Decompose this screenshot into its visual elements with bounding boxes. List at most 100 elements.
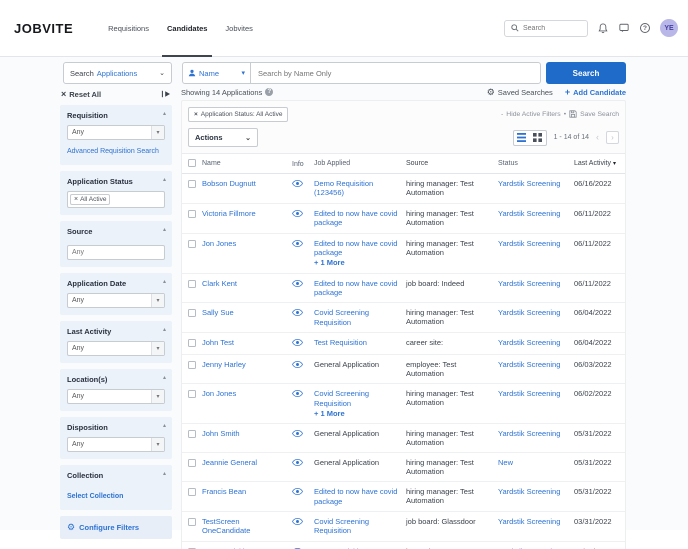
status-link[interactable]: Yardstik Screening <box>498 360 560 369</box>
next-page-button[interactable]: › <box>606 131 619 144</box>
search-scope-select[interactable]: Search Applications ⌄ <box>63 62 172 84</box>
row-checkbox[interactable] <box>188 280 196 288</box>
row-checkbox[interactable] <box>188 488 196 496</box>
row-checkbox[interactable] <box>188 390 196 398</box>
job-applied-link[interactable]: Edited to now have covid package <box>314 279 402 298</box>
job-applied-link[interactable]: Covid Screening Requisition <box>314 517 402 536</box>
info-eye-icon[interactable] <box>292 339 310 346</box>
candidate-name-link[interactable]: John Smith <box>202 429 240 438</box>
select-all-checkbox[interactable] <box>188 159 196 167</box>
user-avatar[interactable]: YE <box>660 19 678 37</box>
row-checkbox[interactable] <box>188 430 196 438</box>
job-more-link[interactable]: + 1 More <box>314 409 402 418</box>
info-eye-icon[interactable] <box>292 518 310 525</box>
notifications-bell-icon[interactable] <box>597 22 609 34</box>
candidate-name-link[interactable]: Bobson Dugnutt <box>202 179 256 188</box>
source-input[interactable] <box>67 245 165 260</box>
add-candidate-button[interactable]: + Add Candidate <box>565 87 626 97</box>
col-source[interactable]: Source <box>406 160 498 167</box>
status-link[interactable]: New <box>498 458 513 467</box>
row-checkbox[interactable] <box>188 210 196 218</box>
global-search[interactable] <box>504 20 588 37</box>
col-last-activity[interactable]: Last Activity ▾ <box>574 160 629 167</box>
info-eye-icon[interactable] <box>292 488 310 495</box>
row-checkbox[interactable] <box>188 180 196 188</box>
collapse-icon[interactable]: ▴ <box>163 110 166 117</box>
info-help-icon[interactable]: ? <box>265 88 273 96</box>
grid-view-button[interactable] <box>530 131 546 145</box>
collapse-icon[interactable]: ▴ <box>163 470 166 477</box>
search-field-select[interactable]: Name ▾ <box>183 63 251 83</box>
status-link[interactable]: Yardstik Screening <box>498 239 560 248</box>
requisition-select[interactable]: Any ▾ <box>67 125 165 140</box>
status-link[interactable]: Yardstik Screening <box>498 429 560 438</box>
disposition-select[interactable]: Any ▾ <box>67 437 165 452</box>
info-eye-icon[interactable] <box>292 430 310 437</box>
candidate-name-link[interactable]: Jon Jones <box>202 389 236 398</box>
search-button[interactable]: Search <box>546 62 626 84</box>
job-applied-link[interactable]: Edited to now have covid package <box>314 239 402 258</box>
job-applied-link[interactable]: General Application <box>314 360 402 369</box>
candidate-name-link[interactable]: Jenny Harley <box>202 360 246 369</box>
hide-active-filters-link[interactable]: Hide Active Filters <box>506 111 560 118</box>
collapse-icon[interactable]: ▴ <box>163 374 166 381</box>
candidate-name-link[interactable]: Jeannie General <box>202 458 257 467</box>
collapse-icon[interactable]: ▴ <box>163 176 166 183</box>
nav-requisitions[interactable]: Requisitions <box>99 0 158 57</box>
job-applied-link[interactable]: Test Requisition <box>314 338 402 347</box>
job-applied-link[interactable]: Demo Requisition (123456) <box>314 179 402 198</box>
collapse-icon[interactable]: ▴ <box>163 422 166 429</box>
job-applied-link[interactable]: Edited to now have covid package <box>314 487 402 506</box>
nav-candidates[interactable]: Candidates <box>158 0 216 57</box>
col-status[interactable]: Status <box>498 160 574 167</box>
col-name[interactable]: Name <box>202 160 292 167</box>
col-job-applied[interactable]: Job Applied <box>314 160 406 167</box>
job-applied-link[interactable]: Covid Screening Requisition <box>314 308 402 327</box>
status-link[interactable]: Yardstik Screening <box>498 308 560 317</box>
configure-filters-button[interactable]: ⚙ Configure Filters <box>60 516 172 539</box>
application-date-select[interactable]: Any ▾ <box>67 293 165 308</box>
row-checkbox[interactable] <box>188 459 196 467</box>
status-link[interactable]: Yardstik Screening <box>498 209 560 218</box>
collapse-icon[interactable]: ▴ <box>163 226 166 233</box>
status-link[interactable]: Yardstik Screening <box>498 179 560 188</box>
status-link[interactable]: Yardstik Screening <box>498 389 560 398</box>
job-applied-link[interactable]: Covid Screening Requisition <box>314 389 402 408</box>
candidate-name-link[interactable]: Francis Bean <box>202 487 246 496</box>
job-more-link[interactable]: + 1 More <box>314 258 402 267</box>
save-search-link[interactable]: Save Search <box>580 111 619 118</box>
advanced-requisition-search-link[interactable]: Advanced Requisition Search <box>67 148 159 155</box>
row-checkbox[interactable] <box>188 339 196 347</box>
info-eye-icon[interactable] <box>292 240 310 247</box>
actions-dropdown[interactable]: Actions ⌄ <box>188 128 258 147</box>
nav-jobvites[interactable]: Jobvites <box>216 0 262 57</box>
info-eye-icon[interactable] <box>292 390 310 397</box>
application-status-input[interactable]: × All Active <box>67 191 165 208</box>
candidate-name-link[interactable]: Sally Sue <box>202 308 234 317</box>
job-applied-link[interactable]: General Application <box>314 458 402 467</box>
info-eye-icon[interactable] <box>292 309 310 316</box>
row-checkbox[interactable] <box>188 361 196 369</box>
status-link[interactable]: Yardstik Screening <box>498 517 560 526</box>
help-icon[interactable]: ? <box>639 22 651 34</box>
candidate-name-link[interactable]: Clark Kent <box>202 279 237 288</box>
job-applied-link[interactable]: General Application <box>314 429 402 438</box>
name-search-input[interactable] <box>251 63 540 83</box>
global-search-input[interactable] <box>523 25 583 32</box>
last-activity-select[interactable]: Any ▾ <box>67 341 165 356</box>
info-eye-icon[interactable] <box>292 280 310 287</box>
candidate-name-link[interactable]: TestScreen OneCandidate <box>202 517 250 535</box>
info-eye-icon[interactable] <box>292 459 310 466</box>
row-checkbox[interactable] <box>188 240 196 248</box>
status-link[interactable]: Yardstik Screening <box>498 279 560 288</box>
info-eye-icon[interactable] <box>292 361 310 368</box>
job-applied-link[interactable]: Edited to now have covid package <box>314 209 402 228</box>
info-eye-icon[interactable] <box>292 210 310 217</box>
status-link[interactable]: Yardstik Screening <box>498 338 560 347</box>
reset-all-button[interactable]: Reset All <box>69 90 101 99</box>
locations-select[interactable]: Any ▾ <box>67 389 165 404</box>
feedback-icon[interactable] <box>618 22 630 34</box>
info-eye-icon[interactable] <box>292 180 310 187</box>
collapse-icon[interactable]: ▴ <box>163 278 166 285</box>
saved-searches-button[interactable]: ⚙ Saved Searches <box>487 88 553 97</box>
